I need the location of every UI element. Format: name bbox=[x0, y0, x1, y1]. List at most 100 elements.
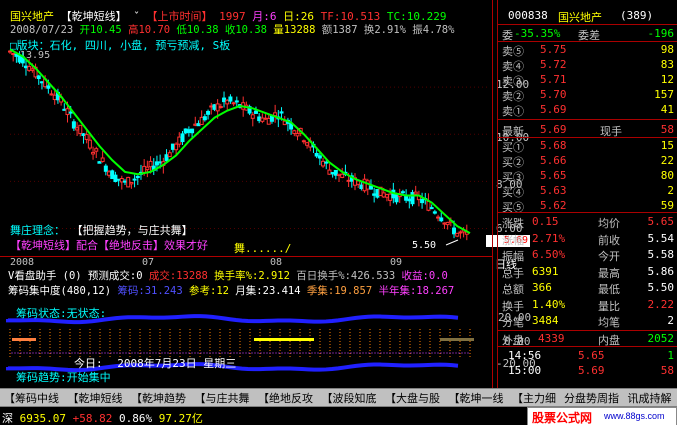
formula-tab[interactable]: 【与庄共舞 bbox=[193, 390, 252, 405]
buy-volume: 15 bbox=[660, 139, 674, 152]
buy-label: 买① bbox=[502, 141, 524, 154]
chip-dot bbox=[383, 352, 385, 354]
chip-dot bbox=[11, 352, 13, 354]
buy-row[interactable]: 买⑤ 5.62 59 bbox=[502, 199, 674, 214]
latest-price: 5.69 bbox=[540, 123, 567, 136]
chip-dot bbox=[362, 352, 364, 354]
price-chart[interactable] bbox=[0, 0, 492, 254]
chip-dot bbox=[365, 352, 367, 354]
chip-dot bbox=[314, 352, 316, 354]
candle-body bbox=[228, 96, 233, 102]
chip-dot bbox=[203, 352, 205, 354]
date-axis: 2008 07 08 09 bbox=[0, 256, 492, 268]
chip-dot bbox=[401, 352, 403, 354]
idea-label: 舞庄理念： bbox=[10, 224, 65, 237]
chip-dot bbox=[236, 352, 238, 354]
buy-label: 买④ bbox=[502, 186, 524, 199]
sell-row[interactable]: 卖② 5.70 157 bbox=[502, 88, 674, 103]
chip-dot bbox=[74, 352, 76, 354]
buy-row[interactable]: 买② 5.66 22 bbox=[502, 154, 674, 169]
candle-body bbox=[439, 217, 444, 222]
sell-row[interactable]: 卖③ 5.71 12 bbox=[502, 73, 674, 88]
chip-dot bbox=[422, 352, 424, 354]
sell-row[interactable]: 卖⑤ 5.75 98 bbox=[502, 43, 674, 58]
candle-body bbox=[337, 173, 342, 177]
chip-dot bbox=[101, 352, 103, 354]
candle-body bbox=[234, 100, 239, 103]
formula-tab[interactable]: 【波段知底 bbox=[320, 390, 379, 405]
formula-tab[interactable]: 【筹码中线 bbox=[2, 390, 61, 405]
chip-dot bbox=[257, 352, 259, 354]
tick-volume: 1 bbox=[667, 349, 674, 362]
candle-body bbox=[327, 169, 332, 175]
candle-body bbox=[91, 151, 96, 155]
chip-dot bbox=[461, 352, 463, 354]
chip-dot bbox=[155, 352, 157, 354]
chip-dot bbox=[320, 352, 322, 354]
tick-row[interactable]: 15:00 5.69 58 bbox=[502, 364, 674, 378]
formula-tab[interactable]: 讯成持解 bbox=[626, 390, 674, 405]
formula-tab[interactable]: 分盘势周指 bbox=[562, 390, 621, 405]
chip-dot bbox=[452, 352, 454, 354]
buy-row[interactable]: 买① 5.68 15 bbox=[502, 139, 674, 154]
chip-dot bbox=[227, 352, 229, 354]
tick-row[interactable]: 14:56 5.65 1 bbox=[502, 349, 674, 363]
chip-dot bbox=[182, 352, 184, 354]
sell-row[interactable]: 卖① 5.69 41 bbox=[502, 103, 674, 118]
stat-row: 总手 6391 最高 5.86 bbox=[502, 265, 674, 280]
candle-body bbox=[46, 85, 51, 89]
stock-rank: (389) bbox=[620, 9, 654, 22]
half-year-concentration: 半年集:18.267 bbox=[378, 285, 455, 297]
watermark-box[interactable]: 股票公式网 www.88gs.com bbox=[527, 407, 677, 425]
chip-panel[interactable]: 筹码集中度(480,12) 筹码:31.243 参考:12 月集:23.414 … bbox=[0, 283, 536, 387]
stat-row: 分笔 3484 均笔 2 bbox=[502, 314, 674, 329]
chip-dot bbox=[173, 352, 175, 354]
candle-body bbox=[49, 93, 54, 96]
chip-dot bbox=[464, 352, 466, 354]
dance-text: 舞....../ bbox=[234, 242, 292, 255]
buy-row[interactable]: 买③ 5.65 80 bbox=[502, 169, 674, 184]
candle-body bbox=[177, 136, 182, 145]
buy-row[interactable]: 买④ 5.63 2 bbox=[502, 184, 674, 199]
formula-tab[interactable]: 【大盘与股 bbox=[383, 390, 442, 405]
candle-body bbox=[209, 105, 214, 108]
chip-dot bbox=[95, 352, 97, 354]
formula-tab[interactable]: 【主力细 bbox=[510, 390, 558, 405]
candle-body bbox=[167, 152, 172, 158]
candle-body bbox=[36, 75, 41, 80]
candle-body bbox=[359, 184, 364, 190]
index-amount: 97.27亿 bbox=[158, 412, 203, 425]
candle-body bbox=[445, 221, 450, 226]
formula-tab[interactable]: 【乾坤短线 bbox=[66, 390, 125, 405]
candle-body bbox=[183, 128, 188, 134]
chip-dot bbox=[407, 352, 409, 354]
volume-assistant-bar[interactable]: V看盘助手 (0) 预测成交:0 成交:13288 换手率%:2.912 百日换… bbox=[0, 268, 492, 282]
main-chart-panel[interactable]: 国兴地产 【乾坤短线】 ˇ 【上市时间】 1997 月:6 日:26 TF:10… bbox=[0, 0, 529, 255]
chip-dot bbox=[83, 352, 85, 354]
tick-price: 5.65 bbox=[578, 349, 605, 362]
chip-dot bbox=[398, 352, 400, 354]
chip-dot bbox=[386, 352, 388, 354]
chip-dot bbox=[29, 352, 31, 354]
chip-dot bbox=[245, 352, 247, 354]
chip-dot bbox=[125, 352, 127, 354]
stat-value: 2 bbox=[667, 314, 674, 327]
sell-volume: 41 bbox=[660, 103, 674, 116]
chip-dot bbox=[449, 352, 451, 354]
buy-price: 5.66 bbox=[540, 154, 567, 167]
chip-dot bbox=[419, 352, 421, 354]
formula-tab[interactable]: 【绝地反攻 bbox=[256, 390, 315, 405]
chip-dot bbox=[200, 352, 202, 354]
wei-cha-value: -196 bbox=[647, 27, 675, 40]
sell-price: 5.75 bbox=[540, 43, 567, 56]
watermark-text: 股票公式网 bbox=[532, 411, 593, 425]
date-tick: 08 bbox=[270, 257, 283, 268]
sell-volume: 98 bbox=[660, 43, 674, 56]
sell-row[interactable]: 卖④ 5.72 83 bbox=[502, 58, 674, 73]
chip-dot bbox=[185, 352, 187, 354]
candle-body bbox=[103, 165, 108, 172]
stat-value: 2.22 bbox=[647, 297, 675, 311]
formula-tab[interactable]: 【乾坤趋势 bbox=[129, 390, 188, 405]
formula-tab[interactable]: 【乾坤一线 bbox=[447, 390, 506, 405]
stat-label: 最高 bbox=[598, 266, 620, 280]
